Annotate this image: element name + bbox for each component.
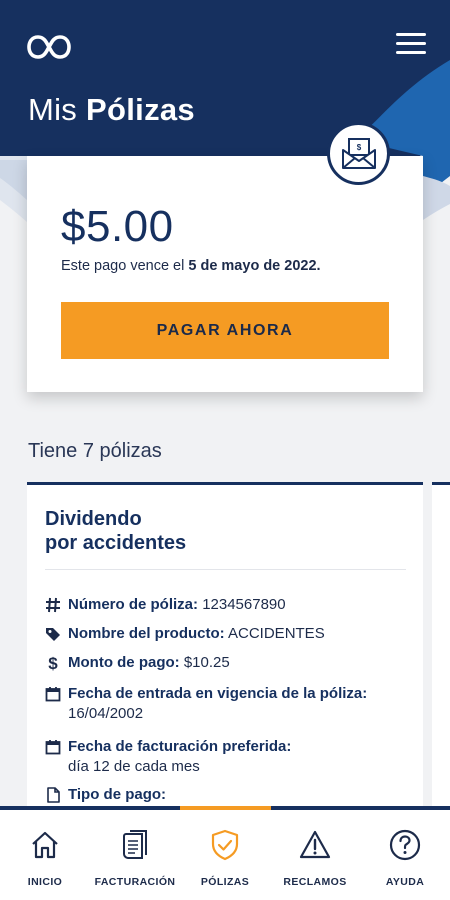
payment-due-text: Este pago vence el 5 de mayo de 2022. [61,258,321,274]
nav-item-ayuda[interactable]: AYUDA [360,828,450,894]
page-title-light: Mis [28,92,87,127]
hash-icon [46,597,60,613]
divider [45,569,406,570]
nav-label-facturacion: FACTURACIÓN [94,876,176,888]
next-policy-card[interactable] [432,482,450,822]
policy-title-line1: Dividendo [45,508,142,530]
help-icon [389,829,421,861]
payment-card: $5.00 Este pago vence el 5 de mayo de 20… [27,156,423,392]
effective-date-value: 16/04/2002 [68,705,144,722]
page-title: Mis Pólizas [28,92,195,128]
payment-type-label: Tipo de pago: [68,786,167,803]
nav-item-facturacion[interactable]: FACTURACIÓN [90,828,180,894]
billing-date-label: Fecha de facturación preferida: [68,738,292,755]
svg-text:$: $ [356,143,361,152]
nav-label-inicio: INICIO [27,876,63,888]
bottom-nav: INICIO FACTURACIÓN PÓLIZAS RECLAMOS AYUD… [0,806,450,900]
dollar-icon: $ [48,655,58,671]
warning-icon [299,830,331,859]
nav-item-reclamos[interactable]: RECLAMOS [270,828,360,894]
policy-number-label: Número de póliza: [68,596,199,613]
invoice-icon [123,830,147,859]
payment-amount: $5.00 [61,202,174,251]
calendar-icon [45,687,61,702]
billing-date-value: día 12 de cada mes [68,758,200,775]
policies-count: Tiene 7 pólizas [28,440,162,462]
nav-active-indicator [180,806,271,810]
policy-title-line2: por accidentes [45,532,187,554]
due-prefix: Este pago vence el [61,258,189,274]
shield-check-icon [211,829,239,861]
nav-label-polizas: PÓLIZAS [200,876,250,888]
product-name-label: Nombre del producto: [68,625,225,642]
policy-number-value: 1234567890 [202,596,286,613]
due-date: 5 de mayo de 2022. [188,258,321,274]
mail-bill-icon: $ [327,122,390,185]
payment-amount-label: Monto de pago: [68,654,180,671]
page-title-bold: Pólizas [86,92,195,127]
nav-label-ayuda: AYUDA [385,876,425,888]
document-icon [47,787,60,803]
product-name-value: ACCIDENTES [228,625,325,642]
svg-text:$: $ [48,655,58,671]
calendar-icon [45,740,61,755]
infinity-logo-icon[interactable] [26,33,72,61]
policy-card[interactable]: Dividendo por accidentes Número de póliz… [27,482,423,822]
payment-amount-value: $10.25 [183,654,230,671]
hamburger-menu-icon[interactable] [396,33,426,59]
effective-date-label: Fecha de entrada en vigencia de la póliz… [68,685,368,702]
tag-icon [46,628,60,641]
policy-title: Dividendo por accidentes [45,507,186,555]
nav-item-inicio[interactable]: INICIO [0,828,90,894]
nav-label-reclamos: RECLAMOS [283,876,347,888]
home-icon [32,831,58,859]
pay-now-button[interactable]: PAGAR AHORA [61,302,389,359]
nav-item-polizas[interactable]: PÓLIZAS [180,828,270,894]
